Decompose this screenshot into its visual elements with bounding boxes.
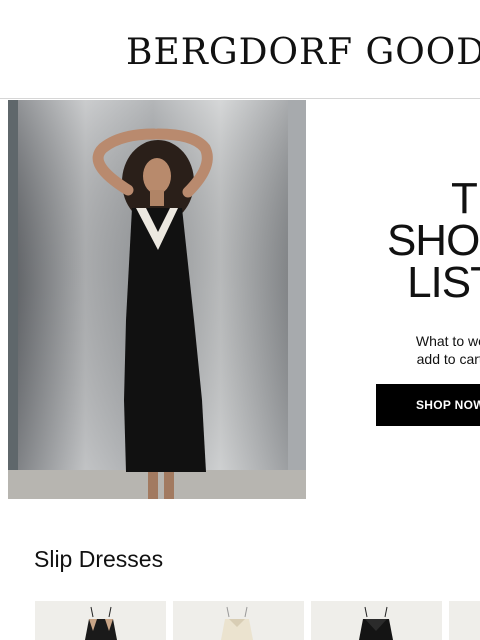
slip-dress-black-nude-icon [85,606,117,640]
slip-dress-ivory-icon [221,606,253,640]
headline-line-3: LIST [407,258,480,307]
subcopy-line-2: add to cart this s [416,351,480,367]
hero-subcopy: What to wear, ca add to cart this s [368,332,480,368]
shop-now-button[interactable]: SHOP NOW [376,384,480,426]
site-header: BERGDORF GOODMAN [0,0,480,99]
brand-logo[interactable]: BERGDORF GOODMAN [126,30,480,76]
hero-headline: THE SHOPP LIST [386,174,480,307]
hero-copy: THE SHOPP LIST What to wear, ca add to c… [320,100,480,500]
product-carousel[interactable] [35,601,480,640]
headline-line-1: THE [451,174,480,223]
hero-image[interactable] [8,100,306,499]
product-card-4[interactable] [449,601,480,640]
section-title: Slip Dresses [34,546,164,572]
slip-dress-black-lace-icon [359,606,393,640]
headline-line-2: SHOPP [386,216,480,265]
product-card-2[interactable] [173,601,304,640]
subcopy-line-1: What to wear, ca [415,333,480,349]
product-card-1[interactable] [35,601,166,640]
product-card-3[interactable] [311,601,442,640]
